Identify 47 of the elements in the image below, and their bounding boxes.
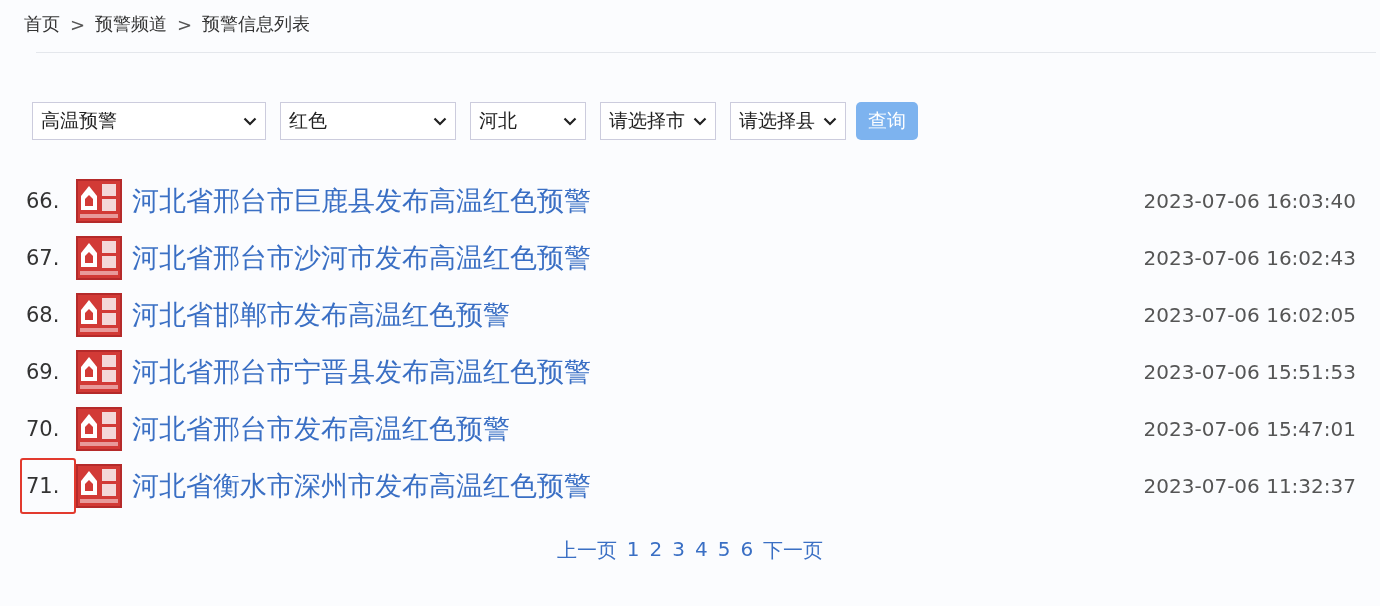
item-number: 71. [20,458,76,514]
item-number: 67. [25,245,61,272]
warning-signal-icon [76,350,122,394]
dropdown[interactable]: 河北 [470,102,586,140]
alert-time: 2023-07-06 16:02:43 [1143,246,1356,270]
next-page-link[interactable]: 下一页 [763,537,824,564]
dropdown[interactable]: 高温预警 [32,102,266,140]
alert-title-link[interactable]: 河北省衡水市深州市发布高温红色预警 [132,468,591,504]
alert-time: 2023-07-06 16:02:05 [1143,303,1356,327]
alert-time: 2023-07-06 15:47:01 [1143,417,1356,441]
item-number: 68. [25,302,61,329]
breadcrumb-separator: > [70,13,86,35]
alert-time: 2023-07-06 15:51:53 [1143,360,1356,384]
previous-page-link[interactable]: 上一页 [556,537,617,564]
page-link[interactable]: 6 [740,537,754,564]
dropdown[interactable]: 请选择县 [730,102,846,140]
chevron-down-icon [243,116,257,126]
alert-title-link[interactable]: 河北省邯郸市发布高温红色预警 [132,297,510,333]
alert-title-link[interactable]: 河北省邢台市巨鹿县发布高温红色预警 [132,183,591,219]
alert-title-link[interactable]: 河北省邢台市宁晋县发布高温红色预警 [132,354,591,390]
page-link[interactable]: 5 [717,537,731,564]
breadcrumb-link[interactable]: 预警信息列表 [202,12,311,36]
alert-time: 2023-07-06 11:32:37 [1143,474,1356,498]
chevron-down-icon [433,116,447,126]
warning-signal-icon [76,464,122,508]
page-link[interactable]: 1 [626,537,640,564]
chevron-down-icon [823,116,837,126]
warning-signal-icon [76,179,122,223]
item-number: 70. [25,416,61,443]
page-link[interactable]: 2 [649,537,663,564]
chevron-down-icon [563,116,577,126]
alert-time: 2023-07-06 16:03:40 [1143,189,1356,213]
dropdown[interactable]: 请选择市 [600,102,716,140]
page-link[interactable]: 3 [672,537,685,564]
breadcrumb-separator: > [177,13,193,35]
chevron-down-icon [693,116,707,126]
alert-title-link[interactable]: 河北省邢台市沙河市发布高温红色预警 [132,240,591,276]
item-number: 66. [25,188,61,215]
item-number: 69. [25,359,61,386]
warning-signal-icon [76,236,122,280]
breadcrumb-link[interactable]: 预警频道 [95,12,168,36]
dropdown[interactable]: 红色 [280,102,456,140]
breadcrumb-link[interactable]: 首页 [24,12,60,36]
warning-signal-icon [76,293,122,337]
warning-signal-icon [76,407,122,451]
alert-title-link[interactable]: 河北省邢台市发布高温红色预警 [132,411,510,447]
page-link[interactable]: 4 [695,537,708,564]
